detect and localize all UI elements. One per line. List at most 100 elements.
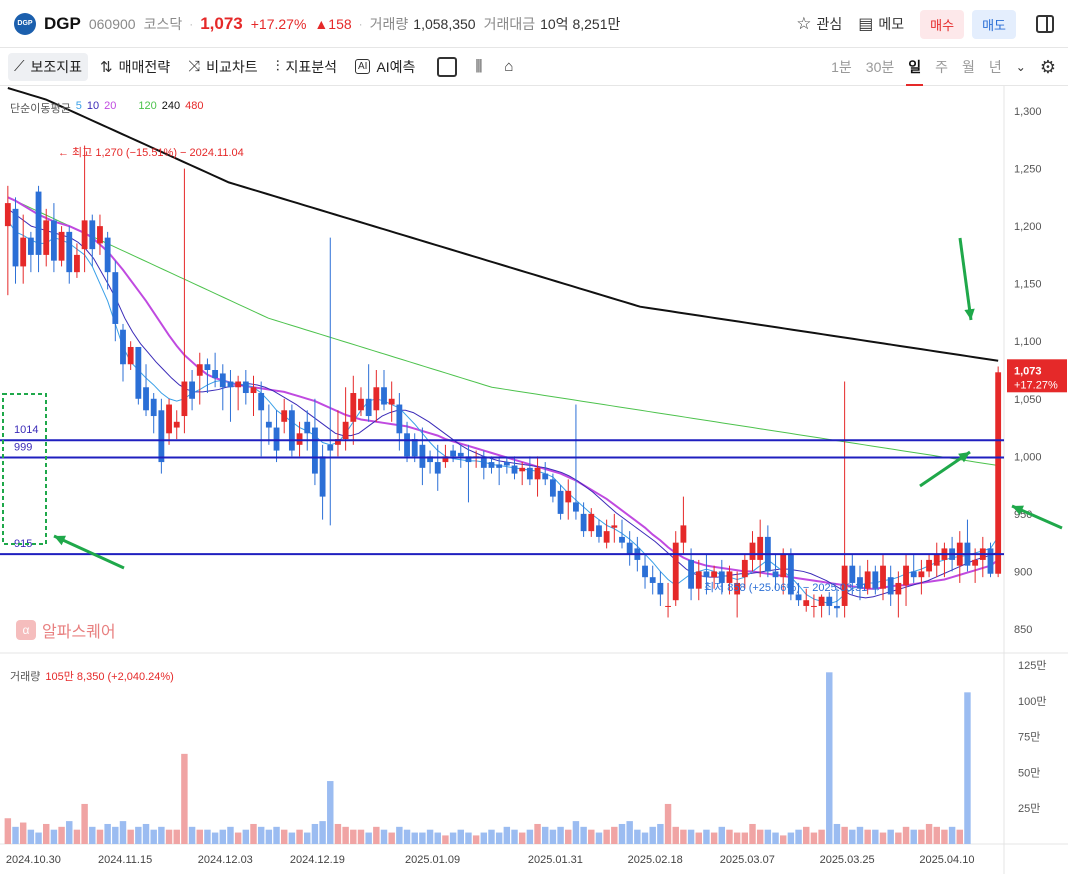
volume-bar xyxy=(733,832,741,844)
candle-body xyxy=(112,272,119,324)
candle-body xyxy=(549,479,556,497)
volume-bar xyxy=(795,829,802,844)
volume-bar xyxy=(518,832,526,844)
volume-bar xyxy=(887,829,894,844)
indicator-button[interactable]: ⟋ 보조지표 xyxy=(8,52,89,81)
candle-body xyxy=(565,490,572,503)
candle-body xyxy=(987,548,994,574)
price-axis-label: 1,200 xyxy=(1014,221,1042,233)
volume-bar xyxy=(611,826,618,844)
volume-bar xyxy=(465,832,472,844)
candle-body xyxy=(250,387,257,394)
candle-body xyxy=(12,208,19,267)
candle-body xyxy=(158,410,165,463)
candle-body xyxy=(688,559,695,589)
candle-body xyxy=(35,191,42,255)
ai-button[interactable]: AI AI예측 xyxy=(349,53,421,81)
compare-button[interactable]: ⤨ 비교차트 xyxy=(182,53,264,81)
ma120-line xyxy=(7,196,999,467)
amount-label: 거래대금 xyxy=(483,15,536,32)
gear-icon[interactable]: ⚙ xyxy=(1040,57,1056,78)
candle-body xyxy=(672,542,679,601)
candle-type-button[interactable]: ⫼ xyxy=(469,53,494,81)
side-panel-icon[interactable] xyxy=(1036,15,1054,33)
volume-bar xyxy=(649,826,656,844)
candle-body xyxy=(534,467,541,480)
period-day[interactable]: 일 xyxy=(906,48,923,86)
volume-bar xyxy=(634,829,641,844)
volume-bar xyxy=(89,826,96,844)
volume-bar xyxy=(66,821,73,844)
candle-body xyxy=(826,596,833,606)
volume-bar xyxy=(603,829,610,844)
date-axis-label: 2025.03.07 xyxy=(720,854,775,866)
candle-body xyxy=(97,226,103,244)
period-30min[interactable]: 30분 xyxy=(866,48,894,86)
volume-bar xyxy=(503,826,511,844)
current-price: 1,073 xyxy=(200,13,243,33)
candle-body xyxy=(396,404,403,434)
square-icon[interactable] xyxy=(437,56,458,77)
stock-code: 060900 xyxy=(88,15,136,32)
volume-bar xyxy=(557,826,564,844)
volume-bar xyxy=(626,821,633,844)
candle-body xyxy=(711,571,718,578)
price-axis-label: 900 xyxy=(1014,566,1032,578)
ma10-legend: 10 xyxy=(86,100,100,112)
last-price-pct: +17.27% xyxy=(1014,379,1058,391)
volume-bar xyxy=(227,826,234,844)
volume-bar xyxy=(442,835,449,844)
price-axis-label: 1,250 xyxy=(1014,164,1042,176)
volume-legend-value: 105만 8,350 (+2,040.24%) xyxy=(45,671,174,683)
volume-bar xyxy=(127,829,134,844)
volume-bar xyxy=(288,832,296,844)
candle-body xyxy=(173,421,180,428)
volume-bar xyxy=(211,832,219,844)
screenshot-button[interactable]: ⌂ xyxy=(498,53,525,81)
volume-bar xyxy=(565,829,572,844)
line-label-915: 915 xyxy=(14,538,32,550)
candle-body xyxy=(127,346,134,365)
volume-bar xyxy=(173,829,180,844)
memo-button[interactable]: ▤ 메모 xyxy=(858,14,904,34)
date-axis-label: 2024.10.30 xyxy=(6,854,61,866)
candle-body xyxy=(657,582,664,595)
volume-bar xyxy=(319,821,326,844)
alphasquare-watermark: α 알파스퀘어 xyxy=(16,618,116,642)
candle-body xyxy=(350,393,357,422)
strategy-button[interactable]: ⇅ 매매전략 xyxy=(94,53,176,81)
volume-bar xyxy=(872,829,879,844)
volume-bar xyxy=(96,829,104,844)
price-chart[interactable]: 1,3001,2501,2001,1501,1001,0501,00095090… xyxy=(0,86,1068,874)
candle-body xyxy=(227,381,234,388)
date-axis-label: 2025.03.25 xyxy=(820,854,875,866)
volume-bar xyxy=(933,826,940,844)
price-axis-label: 1,150 xyxy=(1014,279,1042,291)
ma-legend: 단순이동평균 5 10 20 120 240 480 xyxy=(10,100,203,116)
chevron-down-icon[interactable]: ⌄ xyxy=(1016,60,1026,74)
candle-body xyxy=(373,387,380,411)
candle-body xyxy=(20,237,27,267)
candle-body xyxy=(557,490,564,514)
volume-bar xyxy=(856,826,864,844)
watch-button[interactable]: ☆ 관심 xyxy=(796,14,842,34)
volume-bar xyxy=(749,823,756,844)
candle-body xyxy=(626,542,633,555)
period-1min[interactable]: 1분 xyxy=(831,48,852,86)
ma20-legend: 20 xyxy=(104,100,117,112)
candle-body xyxy=(196,364,203,376)
volume-bar xyxy=(964,692,971,844)
candle-body xyxy=(642,565,648,578)
analysis-button[interactable]: ⫶ 지표분석 xyxy=(270,53,343,81)
period-year[interactable]: 년 xyxy=(989,48,1002,86)
volume-bar xyxy=(81,803,88,844)
candle-body xyxy=(166,404,172,434)
volume-bar xyxy=(135,826,142,844)
volume-bar xyxy=(680,829,687,844)
sell-button[interactable]: 매도 xyxy=(972,9,1016,39)
period-week[interactable]: 주 xyxy=(935,48,948,86)
period-month[interactable]: 월 xyxy=(962,48,975,86)
buy-button[interactable]: 매수 xyxy=(920,9,965,39)
volume-bar xyxy=(304,832,311,844)
volume-bar xyxy=(457,829,465,844)
